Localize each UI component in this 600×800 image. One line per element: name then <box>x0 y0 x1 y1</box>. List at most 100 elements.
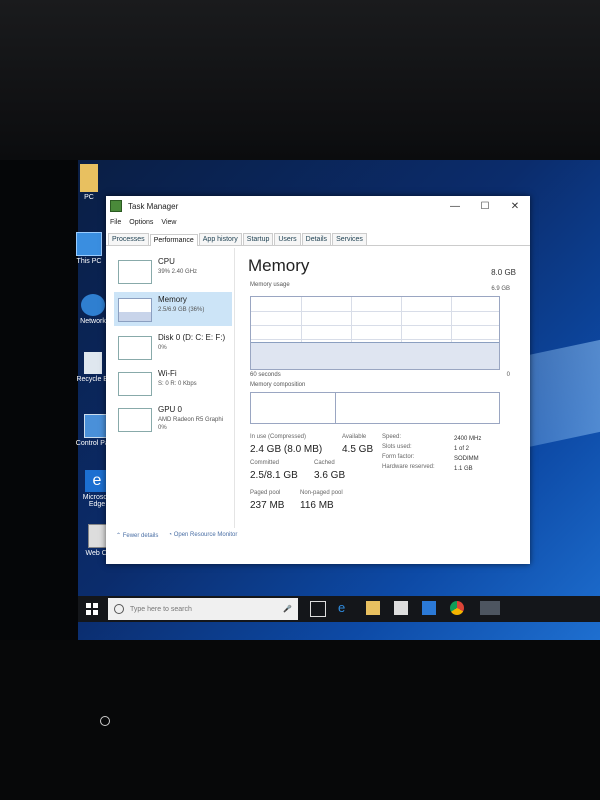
tab-details[interactable]: Details <box>301 233 332 245</box>
search-box[interactable]: Type here to search 🎤 <box>108 598 298 620</box>
monitor-icon <box>76 232 102 256</box>
memory-usage-label: Memory usage <box>250 282 290 288</box>
composition-label: Memory composition <box>250 382 306 388</box>
available-label: Available <box>342 434 367 440</box>
gpu-mini-graph <box>118 408 152 432</box>
memory-heading: Memory <box>248 256 310 275</box>
resource-detail: 39% 2.40 GHz <box>158 269 198 275</box>
tab-users[interactable]: Users <box>274 233 301 245</box>
resource-monitor-label: Open Resource Monitor <box>173 532 238 538</box>
memory-composition-bar <box>250 392 500 424</box>
slots-label: Slots used: <box>382 444 412 450</box>
recycle-bin-icon <box>84 352 102 374</box>
resource-detail: 0% <box>158 425 167 431</box>
memory-max-label: 6.9 GB <box>491 286 510 292</box>
chevron-up-icon: ⌃ <box>116 533 122 539</box>
resource-monitor-icon: ◔ <box>168 532 173 538</box>
resource-detail: 2.5/6.9 GB (36%) <box>158 307 205 313</box>
title-bar[interactable]: Task Manager — ☐ ✕ <box>106 196 530 216</box>
menu-bar: File Options View <box>106 216 530 229</box>
taskbar: Type here to search 🎤 e <box>78 596 600 622</box>
speed-value: 2400 MHz <box>454 436 482 442</box>
hardware-reserved-value: 1.1 GB <box>454 466 473 472</box>
slots-value: 1 of 2 <box>454 446 470 452</box>
file-explorer-icon[interactable] <box>366 601 380 615</box>
task-manager-icon <box>110 200 122 212</box>
store-icon[interactable] <box>394 601 408 615</box>
network-icon <box>81 294 105 316</box>
laptop-base <box>0 640 600 800</box>
cached-label: Cached <box>314 460 335 466</box>
wifi-mini-graph <box>118 372 152 396</box>
menu-view[interactable]: View <box>161 219 176 226</box>
fewer-details-label: Fewer details <box>122 533 159 539</box>
non-paged-pool-label: Non-paged pool <box>300 490 343 496</box>
power-icon <box>100 716 110 726</box>
menu-options[interactable]: Options <box>129 219 153 226</box>
resource-detail: S: 0 R: 0 Kbps <box>158 381 197 387</box>
min-axis-label: 0 <box>506 372 510 378</box>
cpu-mini-graph <box>118 260 152 284</box>
start-button[interactable] <box>86 603 98 615</box>
resource-detail: AMD Radeon R5 Graphi <box>158 417 224 423</box>
non-paged-pool-value: 116 MB <box>300 500 334 511</box>
available-value: 4.5 GB <box>342 444 374 455</box>
tab-performance[interactable]: Performance <box>149 234 198 246</box>
composition-divider <box>335 393 336 423</box>
tab-services[interactable]: Services <box>332 233 367 245</box>
committed-label: Committed <box>250 460 280 466</box>
memory-usage-graph <box>250 296 500 370</box>
form-factor-label: Form factor: <box>382 454 415 460</box>
resource-gpu[interactable]: GPU 0 AMD Radeon R5 Graphi 0% <box>114 402 232 436</box>
tab-app-history[interactable]: App history <box>198 233 242 245</box>
menu-file[interactable]: File <box>110 219 121 226</box>
resource-name: CPU <box>158 257 175 266</box>
edge-taskbar-icon[interactable]: e <box>338 601 352 615</box>
memory-panel: Memory 8.0 GB Memory usage 6.9 GB 60 sec… <box>248 256 516 511</box>
fewer-details-link[interactable]: ⌃ Fewer details <box>116 532 158 539</box>
in-use-value: 2.4 GB (8.0 MB) <box>250 444 323 455</box>
close-button[interactable]: ✕ <box>500 201 530 212</box>
committed-value: 2.5/8.1 GB <box>250 470 298 481</box>
memory-total: 8.0 GB <box>491 268 516 277</box>
disk-mini-graph <box>118 336 152 360</box>
gridline <box>251 311 499 312</box>
tab-processes[interactable]: Processes <box>108 233 149 245</box>
task-manager-taskbar-icon[interactable] <box>480 601 500 615</box>
resource-name: Wi-Fi <box>158 369 177 378</box>
chrome-icon[interactable] <box>450 601 464 615</box>
window-title: Task Manager <box>128 201 179 211</box>
maximize-button[interactable]: ☐ <box>470 201 500 212</box>
hardware-reserved-label: Hardware reserved: <box>382 464 435 470</box>
microphone-icon[interactable]: 🎤 <box>283 605 292 613</box>
speed-label: Speed: <box>382 434 402 440</box>
gridline <box>251 339 499 340</box>
cached-value: 3.6 GB <box>314 470 346 481</box>
resource-disk[interactable]: Disk 0 (D: C: E: F:) 0% <box>114 330 232 364</box>
tab-bar: Processes Performance App history Startu… <box>106 229 530 246</box>
mail-icon[interactable] <box>422 601 436 615</box>
resource-memory[interactable]: Memory 2.5/6.9 GB (36%) <box>114 292 232 326</box>
form-factor-value: SODIMM <box>454 456 479 462</box>
open-resource-monitor-link[interactable]: ◔ Open Resource Monitor <box>168 532 237 539</box>
paged-pool-label: Paged pool <box>250 490 281 496</box>
minimize-button[interactable]: — <box>440 201 470 212</box>
memory-usage-fill <box>251 342 499 369</box>
resource-detail: 0% <box>158 345 167 351</box>
resource-wifi[interactable]: Wi-Fi S: 0 R: 0 Kbps <box>114 366 232 400</box>
search-placeholder: Type here to search <box>130 605 192 613</box>
paged-pool-value: 237 MB <box>250 500 285 511</box>
in-use-label: In use (Compressed) <box>250 434 307 440</box>
gridline <box>251 325 499 326</box>
task-manager-window: Task Manager — ☐ ✕ File Options View Pro… <box>106 196 530 564</box>
time-axis-label: 60 seconds <box>250 372 281 378</box>
task-view-icon[interactable] <box>310 601 326 617</box>
resource-name: Memory <box>158 295 187 304</box>
memory-mini-graph <box>118 298 152 322</box>
tab-startup[interactable]: Startup <box>242 233 274 245</box>
windows-logo-icon <box>86 603 98 615</box>
resource-cpu[interactable]: CPU 39% 2.40 GHz <box>114 254 232 288</box>
resource-name: GPU 0 <box>158 405 183 414</box>
monitor-bezel <box>0 0 600 160</box>
resource-list: CPU 39% 2.40 GHz Memory 2.5/6.9 GB (36%)… <box>106 248 235 528</box>
